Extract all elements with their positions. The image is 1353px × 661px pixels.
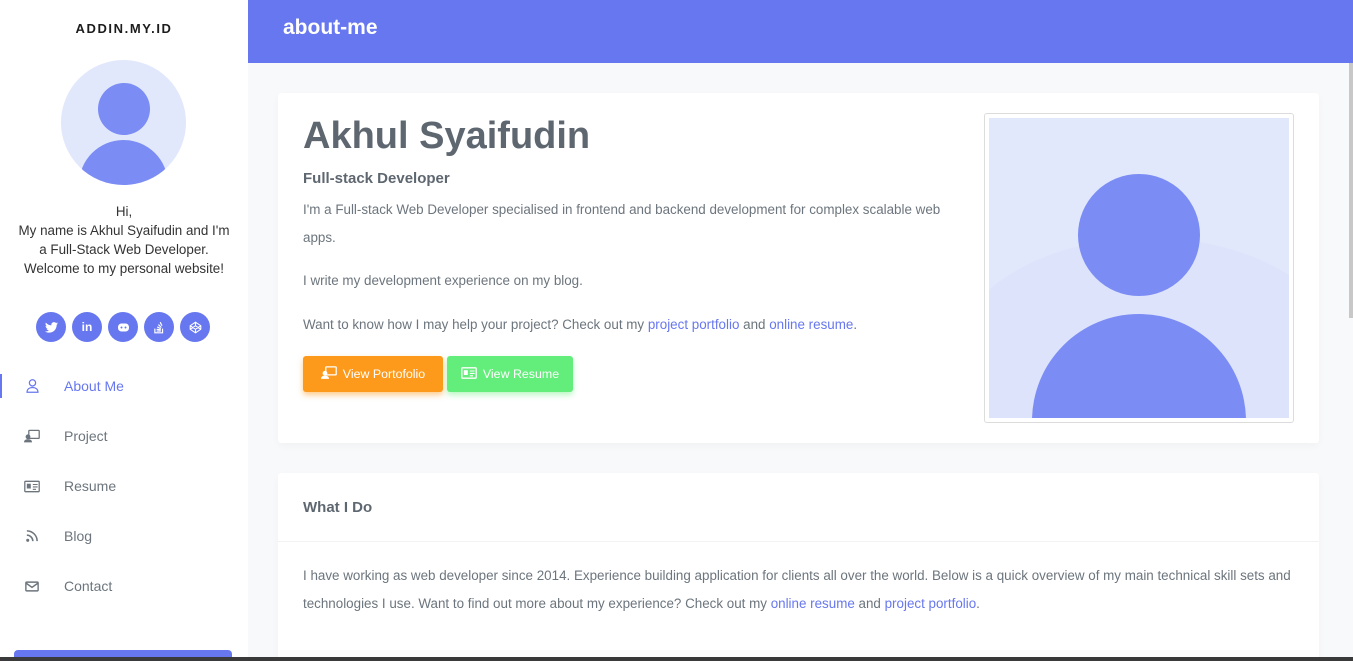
help-note-suffix: . <box>853 317 858 332</box>
id-card-icon <box>461 366 477 382</box>
linkedin-icon[interactable]: in <box>72 312 102 342</box>
online-resume-link[interactable]: online resume <box>769 317 853 332</box>
view-resume-label: View Resume <box>482 367 560 381</box>
page-scrollbar[interactable] <box>1349 63 1353 318</box>
profile-name: Akhul Syaifudin <box>303 115 591 157</box>
profile-blog-note: I write my development experience on my … <box>303 273 583 288</box>
window-bottom-edge <box>0 657 1353 661</box>
view-portfolio-button[interactable]: View Portofolio <box>303 356 443 392</box>
rss-icon <box>24 528 40 544</box>
sidebar-item-blog[interactable]: Blog <box>0 511 248 561</box>
github-icon[interactable] <box>108 312 138 342</box>
help-note-mid: and <box>739 317 770 332</box>
profile-photo-frame <box>984 113 1294 423</box>
brand-logo[interactable]: ADDIN.MY.ID <box>0 21 248 36</box>
sidebar-item-label: About Me <box>64 378 124 394</box>
intro-text: My name is Akhul Syaifudin and I'm a Ful… <box>18 223 230 276</box>
sidebar-item-label: Contact <box>64 578 113 594</box>
sidebar-item-project[interactable]: Project <box>0 411 248 461</box>
help-note-prefix: Want to know how I may help your project… <box>303 317 648 332</box>
what-i-do-card: What I Do I have working as web develope… <box>278 473 1319 661</box>
profile-photo <box>989 118 1289 418</box>
stackoverflow-icon[interactable] <box>144 312 174 342</box>
divider <box>278 541 1319 542</box>
project-icon <box>24 428 40 444</box>
social-links: in <box>36 312 210 342</box>
id-card-icon <box>24 478 40 494</box>
sidebar-item-resume[interactable]: Resume <box>0 461 248 511</box>
user-icon <box>24 378 40 394</box>
sidebar-item-label: Blog <box>64 528 93 544</box>
sidebar-item-label: Project <box>64 428 108 444</box>
project-portfolio-link[interactable]: project portfolio <box>885 596 977 611</box>
view-portfolio-label: View Portofolio <box>342 367 426 381</box>
project-portfolio-link[interactable]: project portfolio <box>648 317 740 332</box>
online-resume-link[interactable]: online resume <box>771 596 855 611</box>
profile-card: Akhul Syaifudin Full-stack Developer I'm… <box>278 93 1319 443</box>
page-title: about-me <box>283 16 378 39</box>
twitter-icon[interactable] <box>36 312 66 342</box>
envelope-icon <box>24 578 40 594</box>
profile-description: I'm a Full-stack Web Developer specialis… <box>303 202 941 245</box>
profile-role: Full-stack Developer <box>303 170 450 187</box>
photo-avatar-head <box>1078 174 1200 296</box>
sidebar-item-contact[interactable]: Contact <box>0 561 248 611</box>
sidebar-item-about-me[interactable]: About Me <box>0 361 248 411</box>
project-icon <box>320 366 337 382</box>
profile-help-note: Want to know how I may help your project… <box>303 311 953 339</box>
topbar: about-me <box>248 0 1353 63</box>
intro-greeting: Hi, <box>115 204 133 219</box>
sidebar-nav: About Me Project Resume Blog Contact <box>0 361 248 611</box>
codepen-icon[interactable] <box>180 312 210 342</box>
what-i-do-title: What I Do <box>303 499 373 516</box>
what-i-do-mid: and <box>854 596 885 611</box>
sidebar-item-label: Resume <box>64 478 117 494</box>
avatar-head <box>98 83 150 135</box>
what-i-do-suffix: . <box>976 596 980 611</box>
sidebar: ADDIN.MY.ID Hi, My name is Akhul Syaifud… <box>0 0 248 661</box>
avatar <box>61 60 186 185</box>
what-i-do-text: I have working as web developer since 20… <box>303 562 1298 618</box>
avatar-body <box>79 140 168 185</box>
view-resume-button[interactable]: View Resume <box>447 356 573 392</box>
sidebar-intro: Hi, My name is Akhul Syaifudin and I'm a… <box>14 202 234 278</box>
